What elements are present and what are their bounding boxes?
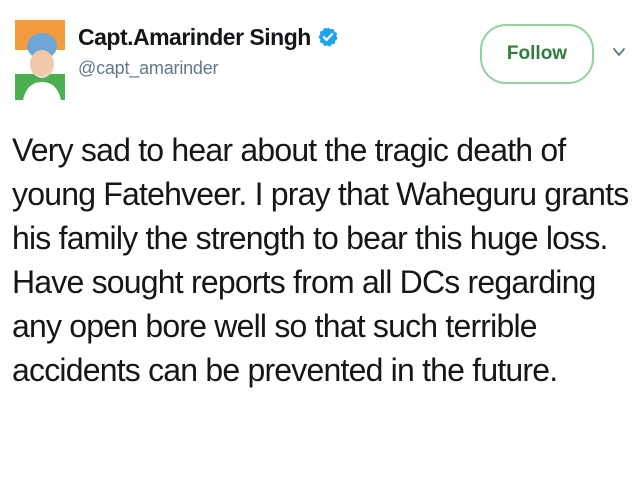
verified-badge-icon: [317, 26, 339, 48]
author-name-row: Capt.Amarinder Singh: [78, 22, 339, 52]
follow-button[interactable]: Follow: [480, 24, 594, 84]
chevron-down-icon[interactable]: [611, 44, 627, 60]
author-handle[interactable]: @capt_amarinder: [78, 58, 339, 79]
tweet-text-line: Very sad to hear about the tragic death …: [12, 132, 566, 168]
tweet-text-line: accidents can be prevented in the future…: [12, 352, 558, 388]
tweet-card: Capt.Amarinder Singh @capt_amarinder Fol…: [0, 0, 640, 480]
avatar[interactable]: [15, 20, 65, 100]
tweet-text-line: young Fatehveer. I pray that Waheguru gr…: [12, 176, 629, 212]
tweet-text-line: Have sought reports from all DCs regardi…: [12, 264, 596, 300]
tweet-text: Very sad to hear about the tragic death …: [12, 128, 632, 392]
tweet-text-line: any open bore well so that such terrible: [12, 308, 538, 344]
avatar-photo-icon: [15, 20, 65, 100]
author-display-name[interactable]: Capt.Amarinder Singh: [78, 22, 311, 52]
tweet-text-line: his family the strength to bear this hug…: [12, 220, 608, 256]
author-info: Capt.Amarinder Singh @capt_amarinder: [78, 22, 339, 79]
